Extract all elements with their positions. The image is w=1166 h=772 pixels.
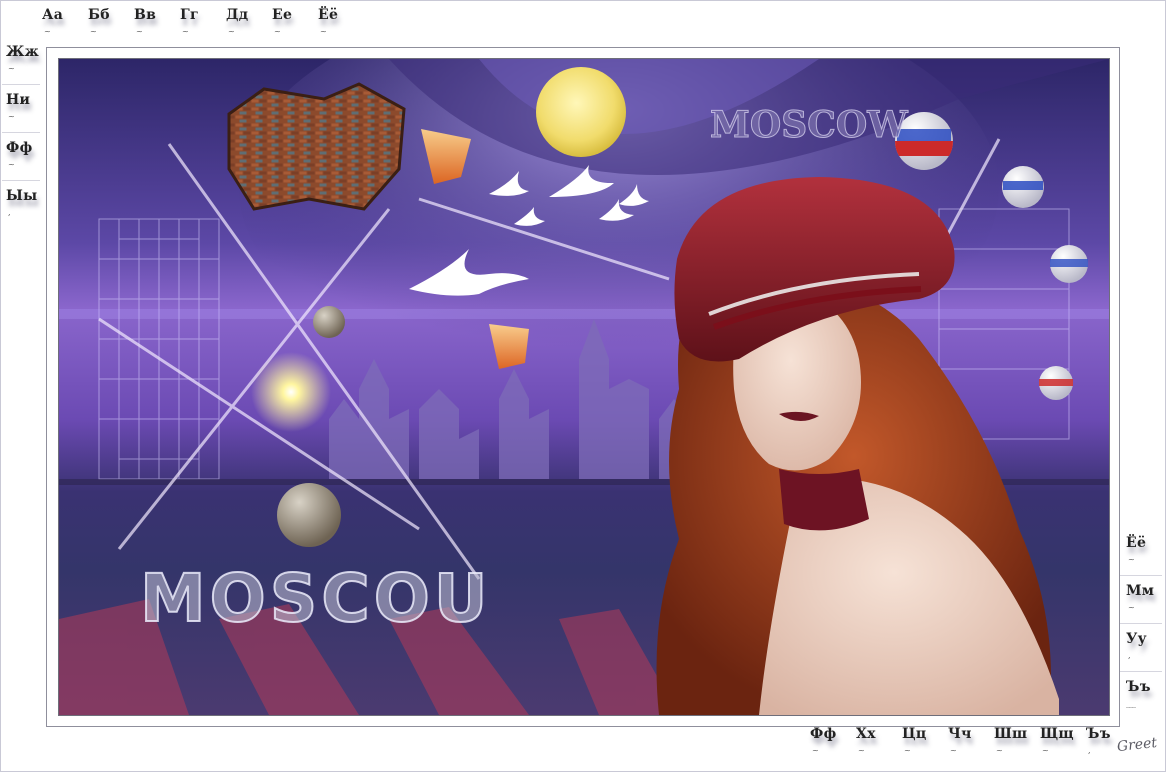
letter-bottom-2: Хх ~ [856, 727, 876, 755]
letter-top-6: Ее ~ [272, 8, 292, 36]
letter-bottom-3: Цц ~ [902, 727, 926, 755]
accent-mark: ~ [950, 746, 958, 755]
left-divider-1 [2, 84, 40, 85]
letter-bottom-5: Шш ~ [994, 727, 1027, 755]
accent-mark: ~ [320, 27, 328, 36]
accent-mark: , [8, 208, 11, 217]
left-divider-3 [2, 180, 40, 181]
moscow-sky-text: MOSCOW [710, 104, 909, 147]
right-divider-3 [1120, 671, 1162, 672]
accent-mark: ~ [812, 746, 820, 755]
letter-right-2: Мм ~ [1126, 584, 1154, 612]
letter-right-3: Уу, [1126, 632, 1147, 660]
accent-mark: ~ [182, 27, 190, 36]
letter-right-4: Ъъ ___ [1126, 680, 1151, 708]
accent-mark: ~ [136, 27, 144, 36]
letter-top-1: Аа ~ [42, 8, 63, 36]
letter-left-3: Фф ~ [6, 141, 33, 169]
right-divider-2 [1120, 623, 1162, 624]
letter-top-2: Бб ~ [88, 8, 110, 36]
accent-mark: ~ [8, 160, 16, 169]
letter-bottom-6: Щщ ~ [1040, 727, 1074, 755]
letter-left-2: Ни ~ [6, 93, 30, 121]
accent-mark: ~ [228, 27, 236, 36]
letter-right-1: Ёё ~ [1126, 536, 1146, 564]
accent-mark: ~ [996, 746, 1004, 755]
letter-left-4: Ыы, [6, 189, 37, 217]
accent-mark: ~ [44, 27, 52, 36]
letter-left-1: Жж ~ [6, 45, 39, 73]
accent-mark: ~ [8, 64, 16, 73]
accent-mark: ~ [858, 746, 866, 755]
letter-top-3: Вв ~ [134, 8, 156, 36]
accent-mark: , [1088, 746, 1091, 755]
left-divider-2 [2, 132, 40, 133]
accent-mark: ___ [1126, 699, 1136, 708]
accent-mark: ~ [1128, 555, 1136, 564]
letter-top-4: Гг ~ [180, 8, 199, 36]
letter-top-5: Дд ~ [226, 8, 248, 36]
letter-bottom-7: Ъъ, [1086, 727, 1111, 755]
accent-mark: ~ [8, 112, 16, 121]
letter-bottom-4: Чч ~ [948, 727, 972, 755]
accent-mark: ~ [274, 27, 282, 36]
letter-top-7: Ёё ~ [318, 8, 338, 36]
right-divider-1 [1120, 575, 1162, 576]
letter-bottom-1: Фф ~ [810, 727, 837, 755]
accent-mark: ~ [904, 746, 912, 755]
accent-mark: , [1128, 651, 1131, 660]
accent-mark: ~ [1128, 603, 1136, 612]
accent-mark: ~ [90, 27, 98, 36]
accent-mark: ~ [1042, 746, 1050, 755]
moscou-title: MOSCOU [139, 559, 492, 638]
